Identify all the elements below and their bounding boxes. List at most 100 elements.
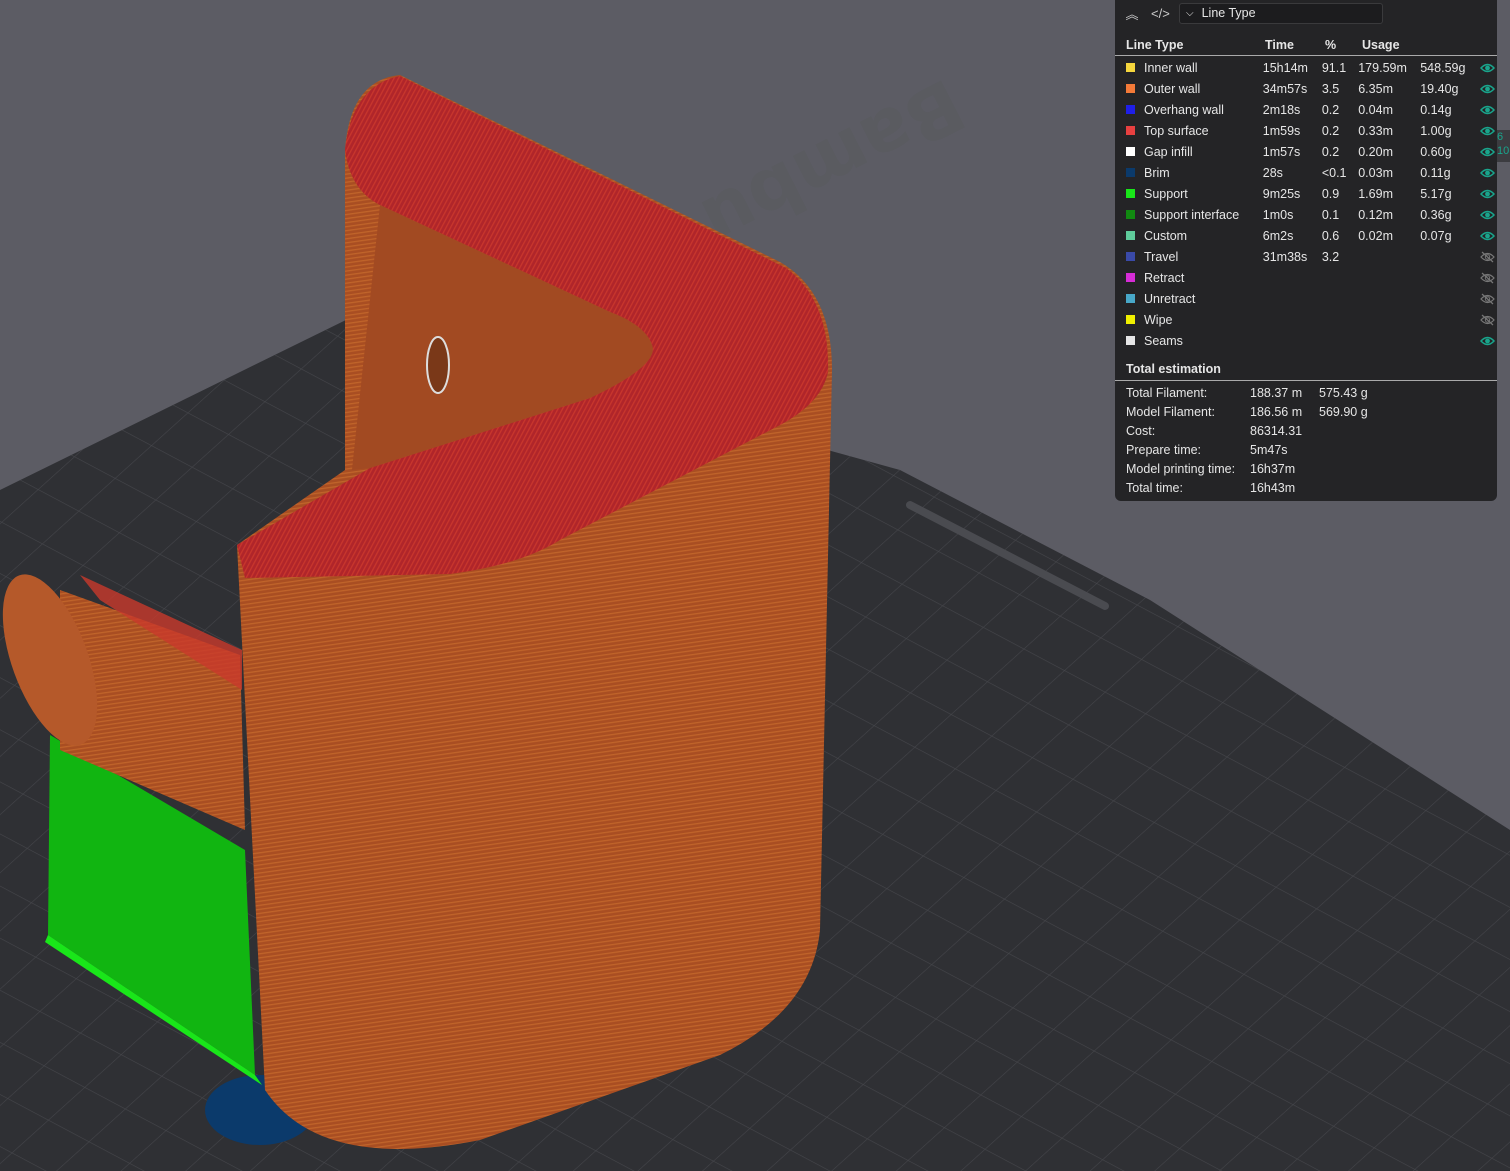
total-value-2: 569.90 g [1319, 404, 1368, 419]
total-label: Cost: [1126, 423, 1156, 438]
legend-row: Overhang wall 2m18s 0.2 0.04m 0.14g [1115, 99, 1497, 120]
total-estimation-title: Total estimation [1115, 357, 1497, 381]
weight-value: 5.17g [1420, 186, 1452, 201]
total-value-1: 86314.31 [1250, 423, 1303, 438]
line-type-name: Gap infill [1144, 144, 1193, 159]
legend-row: Outer wall 34m57s 3.5 6.35m 19.40g [1115, 78, 1497, 99]
line-type-name: Wipe [1144, 312, 1173, 327]
line-type-name: Inner wall [1144, 60, 1198, 75]
color-swatch [1126, 189, 1135, 198]
color-swatch [1126, 168, 1135, 177]
line-type-name: Outer wall [1144, 81, 1201, 96]
header-percent: % [1325, 38, 1337, 52]
percent-value: 0.1 [1321, 207, 1340, 222]
percent-value: 0.2 [1321, 144, 1340, 159]
total-label: Model printing time: [1126, 461, 1236, 476]
total-value-1: 186.56 m [1250, 404, 1303, 419]
eye-icon[interactable] [1477, 126, 1497, 136]
color-swatch [1126, 210, 1135, 219]
color-swatch [1126, 84, 1135, 93]
code-view-icon[interactable]: </> [1151, 6, 1170, 21]
eye-icon[interactable] [1477, 63, 1497, 73]
total-row: Model Filament: 186.56 m 569.90 g [1115, 402, 1497, 421]
color-swatch [1126, 294, 1135, 303]
line-type-name: Support interface [1144, 207, 1240, 222]
legend-row: Support interface 1m0s 0.1 0.12m 0.36g [1115, 204, 1497, 225]
view-type-select[interactable]: ⌵ Line Type [1179, 2, 1383, 24]
total-value-2: 575.43 g [1319, 385, 1368, 400]
line-type-name: Top surface [1144, 123, 1209, 138]
legend-row: Top surface 1m59s 0.2 0.33m 1.00g [1115, 120, 1497, 141]
total-value-1: 16h37m [1250, 461, 1296, 476]
line-type-name: Seams [1144, 333, 1183, 348]
layer-slider-label[interactable]: 6 10 [1497, 130, 1510, 162]
total-label: Total time: [1126, 480, 1183, 495]
legend-row: Inner wall 15h14m 91.1 179.59m 548.59g [1115, 57, 1497, 78]
eye-icon[interactable] [1477, 210, 1497, 220]
length-value: 1.69m [1358, 186, 1393, 201]
eye-off-icon[interactable] [1477, 251, 1497, 263]
percent-value: 91.1 [1321, 60, 1347, 75]
eye-icon[interactable] [1477, 336, 1497, 346]
total-row: Model printing time: 16h37m [1115, 459, 1497, 478]
length-value: 6.35m [1358, 81, 1393, 96]
legend-row: Seams [1115, 330, 1497, 351]
percent-value: 0.9 [1321, 186, 1340, 201]
length-value: 179.59m [1358, 60, 1407, 75]
time-value: 1m59s [1262, 123, 1301, 138]
slider-bottom-value: 10 [1497, 145, 1510, 157]
weight-value: 0.60g [1420, 144, 1452, 159]
legend-row: Gap infill 1m57s 0.2 0.20m 0.60g [1115, 141, 1497, 162]
total-label: Total Filament: [1126, 385, 1208, 400]
eye-icon[interactable] [1477, 231, 1497, 241]
time-value: 1m57s [1262, 144, 1301, 159]
eye-icon[interactable] [1477, 147, 1497, 157]
eye-icon[interactable] [1477, 84, 1497, 94]
slider-top-value: 6 [1497, 131, 1504, 143]
eye-off-icon[interactable] [1477, 314, 1497, 326]
weight-value: 0.07g [1420, 228, 1452, 243]
time-value: 31m38s [1262, 249, 1308, 264]
header-line-type: Line Type [1126, 38, 1184, 52]
percent-value: 0.6 [1321, 228, 1340, 243]
length-value: 0.04m [1358, 102, 1393, 117]
line-type-name: Support [1144, 186, 1188, 201]
length-value: 0.02m [1358, 228, 1393, 243]
percent-value: 3.5 [1321, 81, 1340, 96]
color-swatch [1126, 147, 1135, 156]
weight-value: 548.59g [1420, 60, 1466, 75]
chevron-down-icon: ⌵ [1186, 7, 1194, 19]
header-time: Time [1265, 38, 1294, 52]
total-row: Total time: 16h43m [1115, 478, 1497, 497]
weight-value: 0.36g [1420, 207, 1452, 222]
total-value-1: 188.37 m [1250, 385, 1303, 400]
weight-value: 1.00g [1420, 123, 1452, 138]
color-swatch [1126, 63, 1135, 72]
length-value: 0.33m [1358, 123, 1393, 138]
time-value: 28s [1262, 165, 1283, 180]
legend-row: Unretract [1115, 288, 1497, 309]
eye-icon[interactable] [1477, 189, 1497, 199]
color-swatch [1126, 315, 1135, 324]
percent-value: 3.2 [1321, 249, 1340, 264]
time-value: 1m0s [1262, 207, 1294, 222]
legend-row: Brim 28s <0.1 0.03m 0.11g [1115, 162, 1497, 183]
eye-off-icon[interactable] [1477, 293, 1497, 305]
total-value-1: 16h43m [1250, 480, 1296, 495]
time-value: 6m2s [1262, 228, 1294, 243]
eye-off-icon[interactable] [1477, 272, 1497, 284]
legend-row: Wipe [1115, 309, 1497, 330]
line-type-name: Retract [1144, 270, 1185, 285]
eye-icon[interactable] [1477, 105, 1497, 115]
color-swatch [1126, 336, 1135, 345]
length-value: 0.03m [1358, 165, 1393, 180]
line-type-name: Overhang wall [1144, 102, 1224, 117]
collapse-icon[interactable]: ︽ [1123, 4, 1141, 23]
time-value: 2m18s [1262, 102, 1301, 117]
eye-icon[interactable] [1477, 168, 1497, 178]
color-swatch [1126, 231, 1135, 240]
total-value-1: 5m47s [1250, 442, 1288, 457]
total-label: Model Filament: [1126, 404, 1215, 419]
view-type-value: Line Type [1201, 6, 1256, 20]
length-value: 0.12m [1358, 207, 1393, 222]
